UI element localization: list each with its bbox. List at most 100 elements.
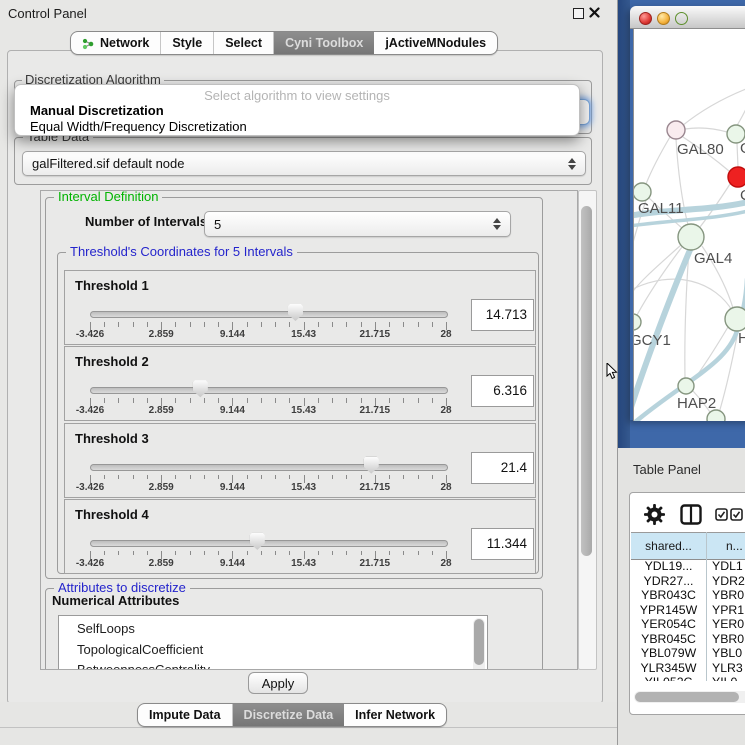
divider bbox=[0, 727, 618, 728]
table-row[interactable]: YLR345WYLR3 bbox=[631, 661, 745, 676]
tab-style[interactable]: Style bbox=[161, 32, 214, 54]
table-data-combo-value: galFiltered.sif default node bbox=[23, 156, 564, 171]
node-highlighted[interactable] bbox=[728, 167, 745, 187]
cell-shared-name[interactable]: YIL052C bbox=[631, 675, 706, 681]
interval-definition-title: Interval Definition bbox=[54, 190, 162, 204]
threshold-coordinates-title: Threshold's Coordinates for 5 Intervals bbox=[66, 245, 297, 259]
desktop-edge bbox=[618, 0, 630, 448]
tick-label: 21.715 bbox=[343, 405, 407, 416]
cell-name[interactable]: YBL0 bbox=[706, 646, 745, 661]
checkbox-icon[interactable] bbox=[715, 508, 728, 521]
threshold-value-field[interactable]: 21.4 bbox=[471, 452, 534, 484]
node-hap2[interactable] bbox=[678, 378, 694, 394]
tick-label: 28 bbox=[414, 329, 478, 340]
threshold-slider-thumb[interactable] bbox=[364, 457, 379, 474]
main-scrollbar[interactable] bbox=[578, 190, 597, 670]
cell-shared-name[interactable]: YLR345W bbox=[631, 661, 706, 676]
minimize-traffic-light[interactable] bbox=[657, 12, 670, 25]
cell-name[interactable]: YDL1 bbox=[706, 559, 745, 574]
tab-discretize-data[interactable]: Discretize Data bbox=[233, 704, 345, 726]
threshold-slider-track[interactable] bbox=[90, 464, 448, 471]
tick-label: 2.859 bbox=[129, 482, 193, 493]
float-window-icon[interactable] bbox=[573, 8, 584, 19]
tick-label: 28 bbox=[414, 405, 478, 416]
cell-shared-name[interactable]: YBR045C bbox=[631, 632, 706, 647]
cell-shared-name[interactable]: YBL079W bbox=[631, 646, 706, 661]
label-c: C bbox=[740, 187, 745, 204]
cell-shared-name[interactable]: YPR145W bbox=[631, 603, 706, 618]
threshold-slider-track[interactable] bbox=[90, 540, 448, 547]
table-row[interactable]: YBL079WYBL0 bbox=[631, 646, 745, 661]
network-window-titlebar[interactable] bbox=[630, 6, 745, 29]
node-gal80[interactable] bbox=[667, 121, 685, 139]
cell-shared-name[interactable]: YDR27... bbox=[631, 574, 706, 589]
tab-label: Select bbox=[225, 36, 262, 50]
attribute-list-item[interactable]: SelfLoops bbox=[77, 619, 417, 639]
cell-name[interactable]: YBR0 bbox=[706, 588, 745, 603]
network-canvas[interactable]: GAL80 GA C GAL11 GAL4 GCY1 H HAP2 bbox=[633, 29, 745, 421]
table-row[interactable]: YDL19...YDL1 bbox=[631, 559, 745, 574]
table-row[interactable]: YER054CYER0 bbox=[631, 617, 745, 632]
tab-impute-data[interactable]: Impute Data bbox=[138, 704, 233, 726]
bottom-tab-strip: Impute DataDiscretize DataInfer Network bbox=[137, 703, 447, 727]
node-gcy1[interactable] bbox=[634, 314, 641, 330]
table-row[interactable]: YPR145WYPR1 bbox=[631, 603, 745, 618]
threshold-value-field[interactable]: 6.316 bbox=[471, 375, 534, 407]
threshold-value-field[interactable]: 11.344 bbox=[471, 528, 534, 560]
node-gal11[interactable] bbox=[634, 183, 651, 201]
cell-shared-name[interactable]: YER054C bbox=[631, 617, 706, 632]
tick-label: 21.715 bbox=[343, 482, 407, 493]
node-gal4[interactable] bbox=[678, 224, 704, 250]
tab-cyni-toolbox[interactable]: Cyni Toolbox bbox=[274, 32, 374, 54]
close-traffic-light[interactable] bbox=[639, 12, 652, 25]
cell-name[interactable]: YER0 bbox=[706, 617, 745, 632]
threshold-slider-thumb[interactable] bbox=[250, 533, 265, 550]
tab-infer-network[interactable]: Infer Network bbox=[344, 704, 446, 726]
popup-option-equal-width-frequency[interactable]: Equal Width/Frequency Discretization bbox=[15, 119, 579, 134]
popup-option-manual-discretization[interactable]: Manual Discretization bbox=[15, 103, 579, 118]
tick-label: 9.144 bbox=[200, 558, 264, 569]
table-row[interactable]: YDR27...YDR2 bbox=[631, 574, 745, 589]
cell-shared-name[interactable]: YDL19... bbox=[631, 559, 706, 574]
cell-name[interactable]: YPR1 bbox=[706, 603, 745, 618]
main-scrollbar-thumb[interactable] bbox=[581, 206, 592, 556]
table-row[interactable]: YBR045CYBR0 bbox=[631, 632, 745, 647]
threshold-coordinates-group: Threshold's Coordinates for 5 Intervals … bbox=[57, 252, 539, 574]
table-row[interactable]: YIL052CYIL0 bbox=[631, 675, 745, 681]
numerical-attributes-list[interactable]: SelfLoopsTopologicalCoefficientBetweenne… bbox=[58, 615, 488, 670]
tab-network[interactable]: Network bbox=[71, 32, 161, 54]
split-columns-icon[interactable] bbox=[680, 504, 702, 525]
zoom-traffic-light[interactable] bbox=[675, 12, 688, 25]
tab-jactivemnodules[interactable]: jActiveMNodules bbox=[374, 32, 497, 54]
threshold-slider-track[interactable] bbox=[90, 387, 448, 394]
table-horizontal-scrollbar[interactable] bbox=[634, 691, 745, 703]
table-panel-title: Table Panel bbox=[633, 462, 701, 477]
table-data-combo[interactable]: galFiltered.sif default node bbox=[22, 151, 586, 176]
tab-select[interactable]: Select bbox=[214, 32, 274, 54]
gear-icon[interactable] bbox=[644, 504, 665, 525]
threshold-slider-track[interactable] bbox=[90, 311, 448, 318]
cell-shared-name[interactable]: YBR043C bbox=[631, 588, 706, 603]
cell-name[interactable]: YIL0 bbox=[706, 675, 745, 681]
cell-name[interactable]: YBR0 bbox=[706, 632, 745, 647]
tick-label: 21.715 bbox=[343, 558, 407, 569]
list-scrollbar[interactable] bbox=[473, 618, 485, 670]
close-icon[interactable] bbox=[589, 7, 600, 18]
apply-button[interactable]: Apply bbox=[248, 672, 308, 694]
column-header-shared-name[interactable]: shared... bbox=[631, 533, 706, 559]
threshold-slider-thumb[interactable] bbox=[193, 380, 208, 397]
cell-name[interactable]: YLR3 bbox=[706, 661, 745, 676]
threshold-value-field[interactable]: 14.713 bbox=[471, 299, 534, 331]
cell-name[interactable]: YDR2 bbox=[706, 574, 745, 589]
node-h[interactable] bbox=[725, 307, 745, 331]
checkbox-icon[interactable] bbox=[730, 508, 743, 521]
attribute-list-item[interactable]: BetweennessCentrality bbox=[77, 660, 417, 670]
table-row[interactable]: YBR043CYBR0 bbox=[631, 588, 745, 603]
tick-label: 2.859 bbox=[129, 329, 193, 340]
number-of-intervals-combo[interactable]: 5 bbox=[204, 211, 511, 237]
label-gal11: GAL11 bbox=[638, 200, 684, 217]
threshold-slider-thumb[interactable] bbox=[288, 304, 303, 321]
column-header-name[interactable]: n... bbox=[706, 533, 745, 559]
attribute-list-item[interactable]: TopologicalCoefficient bbox=[77, 640, 417, 660]
network-window[interactable]: GAL80 GA C GAL11 GAL4 GCY1 H HAP2 bbox=[630, 6, 745, 420]
